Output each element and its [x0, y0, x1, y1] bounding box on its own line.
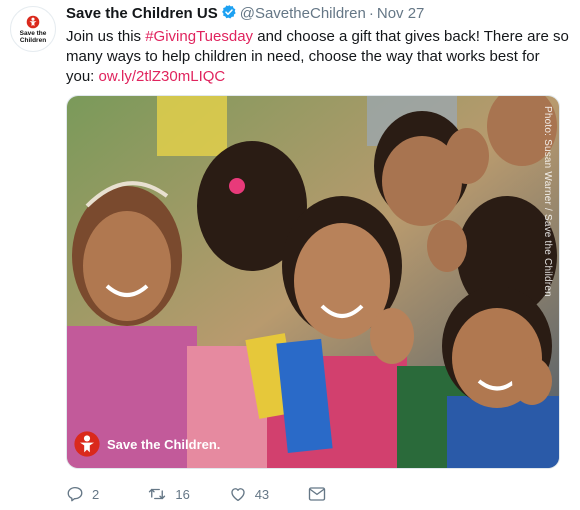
tweet-date[interactable]: Nov 27: [377, 5, 425, 22]
hashtag-link[interactable]: #GivingTuesday: [145, 28, 253, 45]
save-the-children-logo-icon: [26, 15, 40, 28]
reply-icon: [67, 486, 83, 502]
avatar-label: Save the Children: [19, 29, 47, 44]
media-logo-text: Save the Children.: [107, 436, 221, 452]
tweet-content: Save the Children US @SavetheChildren · No…: [66, 4, 572, 87]
verified-icon: [221, 5, 236, 19]
avatar[interactable]: Save the Children: [10, 6, 56, 52]
children-photo: [67, 96, 559, 468]
save-the-children-logo-icon: [74, 431, 100, 457]
tweet-header: Save the Children US @SavetheChildren · No…: [66, 4, 572, 24]
message-icon: [308, 487, 326, 501]
like-count: 43: [254, 486, 270, 502]
like-icon: [231, 488, 245, 502]
display-name[interactable]: Save the Children US: [66, 5, 218, 22]
retweet-count: 16: [175, 486, 190, 502]
media-logo: Save the Children.: [73, 430, 220, 458]
separator: ·: [368, 5, 374, 22]
tweet-text: Join us this #GivingTuesday and choose a…: [66, 27, 572, 87]
tweet-actions: 2 16 43: [66, 484, 366, 504]
account-handle[interactable]: @SavetheChildren: [240, 5, 366, 22]
tweet-photo[interactable]: Photo: Susan Warner / Save the Children …: [66, 95, 560, 469]
retweet-button[interactable]: 16: [147, 485, 208, 503]
tweet-url-link[interactable]: ow.ly/2tlZ30mLIQC: [99, 68, 226, 85]
like-button[interactable]: 43: [229, 485, 288, 503]
direct-message-button[interactable]: [308, 486, 326, 502]
tweet-text-start: Join us this: [66, 28, 146, 45]
photo-credit: Photo: Susan Warner / Save the Children: [542, 106, 553, 297]
reply-count: 2: [92, 486, 100, 502]
reply-button[interactable]: 2: [66, 485, 117, 503]
retweet-icon: [149, 488, 166, 500]
